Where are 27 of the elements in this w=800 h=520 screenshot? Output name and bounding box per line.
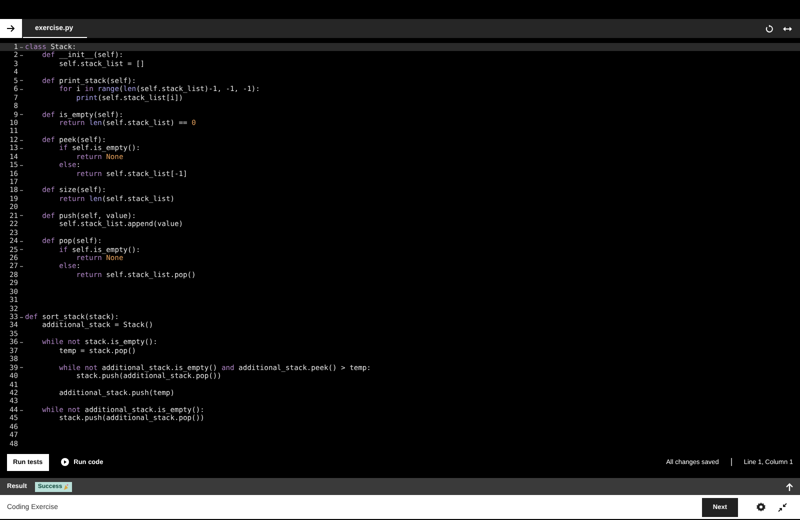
- fold-marker-icon[interactable]: [20, 367, 23, 368]
- fold-marker-icon[interactable]: [20, 249, 23, 250]
- fold-marker-icon[interactable]: [20, 164, 23, 166]
- collapse-arrows-icon: [778, 502, 787, 512]
- fold-marker-icon[interactable]: [20, 114, 23, 116]
- horizontal-arrows-icon: [783, 26, 792, 32]
- settings-icon: [756, 502, 766, 512]
- fold-marker-icon[interactable]: [20, 215, 23, 216]
- fold-marker-icon[interactable]: [20, 266, 23, 268]
- fold-marker-icon[interactable]: [20, 55, 23, 56]
- party-icon: [64, 484, 70, 490]
- fold-marker-icon[interactable]: [20, 46, 23, 48]
- fold-marker-icon[interactable]: [20, 410, 23, 411]
- fold-marker-icon[interactable]: [20, 342, 23, 344]
- arrow-right-button[interactable]: [0, 19, 22, 38]
- arrow-up-icon: [786, 482, 793, 490]
- fold-marker-icon[interactable]: [20, 240, 23, 242]
- fold-marker-icon[interactable]: [20, 316, 23, 318]
- fold-marker-icon[interactable]: [20, 140, 23, 141]
- arrow-right-icon: [7, 25, 15, 32]
- expand-up-button[interactable]: [786, 482, 793, 490]
- reset-icon: [765, 24, 773, 32]
- fold-marker-icon[interactable]: [20, 148, 23, 149]
- play-icon: [60, 458, 69, 466]
- fold-marker-icon[interactable]: [20, 88, 23, 90]
- fold-marker-icon[interactable]: [20, 190, 23, 192]
- fold-marker-icon[interactable]: [20, 80, 23, 82]
